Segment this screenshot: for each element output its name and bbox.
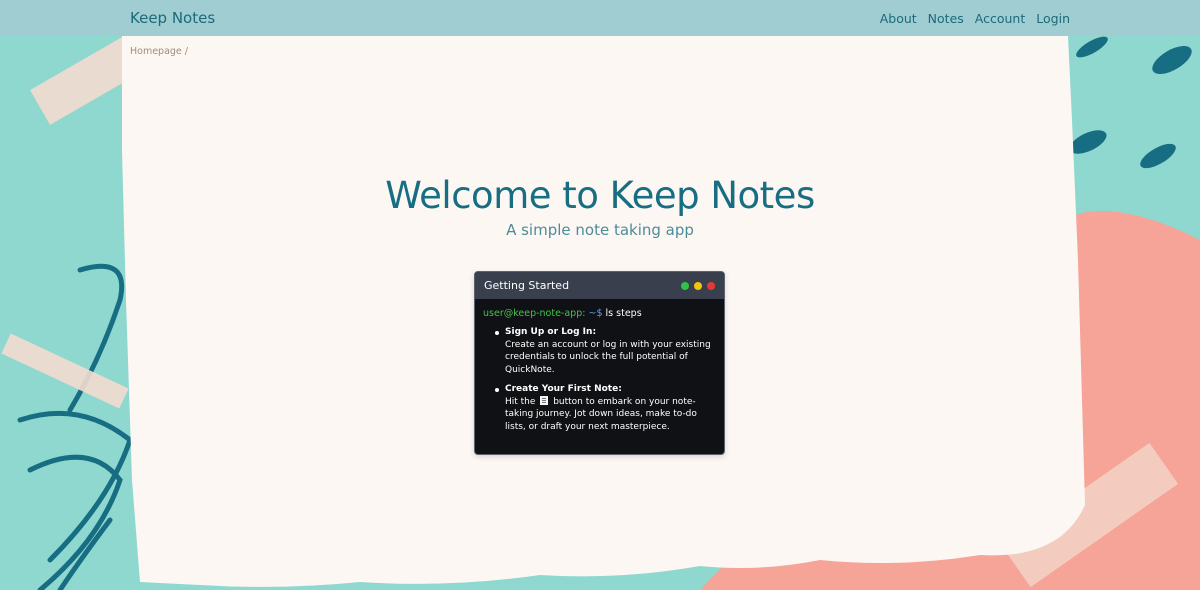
yellow-dot-icon — [694, 281, 702, 290]
steps-list: Sign Up or Log In: Create an account or … — [483, 326, 716, 433]
navbar: Keep Notes About Notes Account Login — [0, 0, 1200, 36]
terminal-header: Getting Started — [475, 272, 724, 299]
page-subtitle: A simple note taking app — [506, 221, 694, 239]
terminal-prompt: user@keep-note-app: ~$ ls steps — [483, 307, 716, 320]
green-dot-icon — [681, 281, 689, 290]
getting-started-terminal: Getting Started user@keep-note-app: ~$ l… — [474, 271, 725, 455]
red-dot-icon — [707, 281, 715, 290]
terminal-title: Getting Started — [484, 279, 570, 292]
brand-logo-link[interactable]: Keep Notes — [130, 9, 215, 27]
nav-link-about[interactable]: About — [880, 11, 917, 26]
nav-links: About Notes Account Login — [880, 11, 1070, 26]
step-title: Sign Up or Log In: — [505, 327, 597, 337]
hero: Welcome to Keep Notes A simple note taki… — [0, 174, 1200, 239]
breadcrumb[interactable]: Homepage / — [130, 46, 188, 57]
step-title: Create Your First Note: — [505, 384, 622, 394]
step-text: Create an account or log in with your ex… — [505, 339, 711, 375]
terminal-body: user@keep-note-app: ~$ ls steps Sign Up … — [475, 299, 724, 433]
window-controls — [681, 281, 715, 290]
nav-link-account[interactable]: Account — [975, 11, 1025, 26]
prompt-path: ~$ — [588, 308, 603, 319]
prompt-user: user@keep-note-app: — [483, 308, 586, 319]
prompt-command: ls steps — [605, 308, 642, 319]
page-title: Welcome to Keep Notes — [385, 174, 815, 217]
note-icon — [540, 395, 549, 405]
nav-link-notes[interactable]: Notes — [928, 11, 964, 26]
list-item: Create Your First Note: Hit the button t… — [495, 383, 716, 433]
list-item: Sign Up or Log In: Create an account or … — [495, 326, 716, 376]
step-text-before: Hit the — [505, 396, 536, 407]
nav-link-login[interactable]: Login — [1036, 11, 1070, 26]
